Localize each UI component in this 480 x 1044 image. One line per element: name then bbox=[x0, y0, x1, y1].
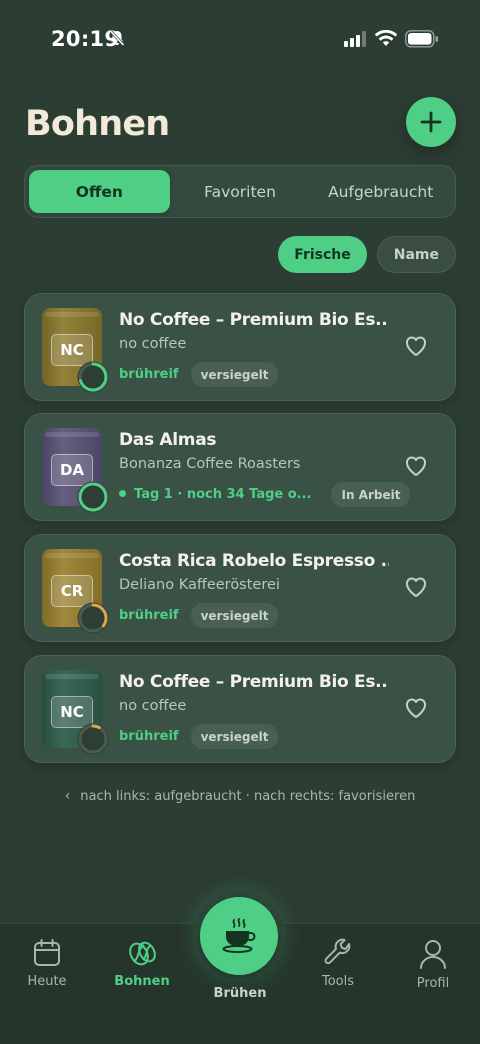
tab-brew-label: Brühen bbox=[213, 986, 267, 1001]
heart-icon[interactable] bbox=[404, 455, 428, 477]
heart-icon[interactable] bbox=[404, 335, 428, 357]
bean-state-text: brühreif bbox=[119, 367, 179, 382]
bean-name: No Coffee – Premium Bio Es... bbox=[119, 310, 389, 330]
bean-name: Das Almas bbox=[119, 430, 217, 450]
sort-freshness-chip[interactable]: Frische bbox=[278, 236, 367, 273]
status-badge: In Arbeit bbox=[331, 482, 411, 507]
tab-tools[interactable]: Tools bbox=[298, 938, 378, 989]
tab-profile[interactable]: Profil bbox=[393, 938, 473, 991]
bean-name: No Coffee – Premium Bio Es... bbox=[119, 672, 389, 692]
freshness-ring bbox=[77, 723, 109, 755]
tab-favorites[interactable]: Favoriten bbox=[170, 170, 311, 213]
heart-icon[interactable] bbox=[404, 697, 428, 719]
tab-today[interactable]: Heute bbox=[7, 938, 87, 989]
bean-meta: brühreif versiegelt bbox=[119, 724, 279, 749]
swipe-hint-text: nach links: aufgebraucht · nach rechts: … bbox=[80, 789, 416, 804]
bean-state-text: brühreif bbox=[119, 729, 179, 744]
roaster-name: no coffee bbox=[119, 336, 187, 352]
swipe-hint: ‹ nach links: aufgebraucht · nach rechts:… bbox=[0, 788, 480, 804]
roaster-name: Deliano Kaffeerösterei bbox=[119, 577, 280, 593]
bean-card[interactable]: NC No Coffee – Premium Bio Es... no coff… bbox=[24, 293, 456, 401]
wifi-icon bbox=[374, 29, 398, 46]
tab-used-up[interactable]: Aufgebraucht bbox=[310, 170, 451, 213]
bean-card[interactable]: DA Das Almas Bonanza Coffee Roasters Tag… bbox=[24, 413, 456, 521]
chevron-left-icon: ‹ bbox=[64, 788, 71, 804]
bean-state: brühreif bbox=[119, 608, 179, 623]
tab-beans-label: Bohnen bbox=[114, 974, 170, 989]
add-bean-button[interactable] bbox=[406, 97, 456, 147]
tab-profile-label: Profil bbox=[416, 976, 450, 991]
bean-meta: brühreif versiegelt bbox=[119, 603, 279, 628]
calendar-icon bbox=[34, 939, 60, 966]
bean-state: brühreif bbox=[119, 729, 179, 744]
wrench-icon bbox=[324, 938, 351, 965]
tab-open[interactable]: Offen bbox=[29, 170, 170, 213]
bean-state: Tag 1 · noch 34 Tage o... bbox=[119, 487, 311, 502]
tab-beans[interactable]: Bohnen bbox=[102, 938, 182, 989]
status-dot bbox=[119, 490, 126, 497]
status-badge: versiegelt bbox=[190, 362, 279, 387]
bean-card[interactable]: CR Costa Rica Robelo Espresso ... Delian… bbox=[24, 534, 456, 642]
freshness-ring bbox=[77, 361, 109, 393]
bean-state-text: brühreif bbox=[119, 608, 179, 623]
status-bar: 20:19 bbox=[0, 0, 480, 78]
freshness-ring bbox=[77, 602, 109, 634]
sort-name-chip[interactable]: Name bbox=[376, 236, 456, 273]
plus-icon bbox=[420, 111, 442, 133]
tab-tools-label: Tools bbox=[321, 974, 355, 989]
roaster-name: Bonanza Coffee Roasters bbox=[119, 456, 301, 472]
freshness-ring bbox=[77, 481, 109, 513]
filter-segmented-control: Offen Favoriten Aufgebraucht bbox=[24, 165, 456, 218]
tab-today-label: Heute bbox=[27, 974, 67, 989]
coffee-bean-icon bbox=[129, 941, 156, 966]
bean-name: Costa Rica Robelo Espresso ... bbox=[119, 551, 389, 571]
coffee-cup-icon bbox=[222, 918, 256, 953]
heart-icon[interactable] bbox=[404, 576, 428, 598]
bell-muted-icon bbox=[109, 29, 125, 47]
status-badge: versiegelt bbox=[190, 603, 279, 628]
person-icon bbox=[420, 940, 446, 969]
bean-card[interactable]: NC No Coffee – Premium Bio Es... no coff… bbox=[24, 655, 456, 763]
bean-state: brühreif bbox=[119, 367, 179, 382]
page-title: Bohnen bbox=[25, 104, 170, 144]
status-badge: versiegelt bbox=[190, 724, 279, 749]
roaster-name: no coffee bbox=[119, 698, 187, 714]
cellular-signal-icon bbox=[344, 31, 366, 47]
bean-meta: brühreif versiegelt bbox=[119, 362, 279, 387]
bean-meta: Tag 1 · noch 34 Tage o... In Arbeit bbox=[119, 482, 411, 507]
sort-options: Frische Name bbox=[278, 236, 456, 273]
battery-icon bbox=[405, 30, 438, 48]
brew-button[interactable] bbox=[193, 890, 285, 982]
bean-state-text: Tag 1 · noch 34 Tage o... bbox=[134, 487, 312, 502]
